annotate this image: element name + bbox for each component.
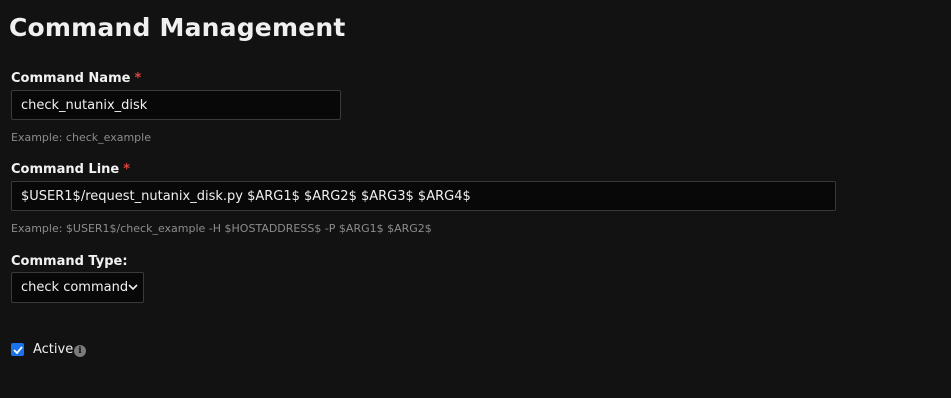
required-marker: * xyxy=(123,162,131,177)
command-type-selected-value: check command xyxy=(21,280,129,295)
command-line-help: Example: $USER1$/check_example -H $HOSTA… xyxy=(11,222,432,235)
command-line-label: Command Line * xyxy=(11,162,130,178)
command-management-page: Command Management Command Name* Example… xyxy=(0,0,951,398)
command-name-help: Example: check_example xyxy=(11,131,151,144)
active-label[interactable]: Active xyxy=(33,342,73,358)
command-type-select[interactable]: check command xyxy=(11,272,144,303)
command-name-label-text: Command Name xyxy=(11,71,131,86)
required-marker: * xyxy=(134,71,142,86)
checkmark-icon xyxy=(12,345,23,354)
command-name-input[interactable] xyxy=(11,90,341,120)
info-icon[interactable]: i xyxy=(74,345,86,357)
command-line-label-text: Command Line xyxy=(11,162,120,177)
active-checkbox[interactable] xyxy=(11,343,24,356)
page-title: Command Management xyxy=(9,13,346,42)
command-line-input[interactable] xyxy=(11,181,836,211)
chevron-down-icon xyxy=(128,283,138,293)
command-type-label: Command Type: xyxy=(11,254,128,269)
command-name-label: Command Name * xyxy=(11,71,141,87)
